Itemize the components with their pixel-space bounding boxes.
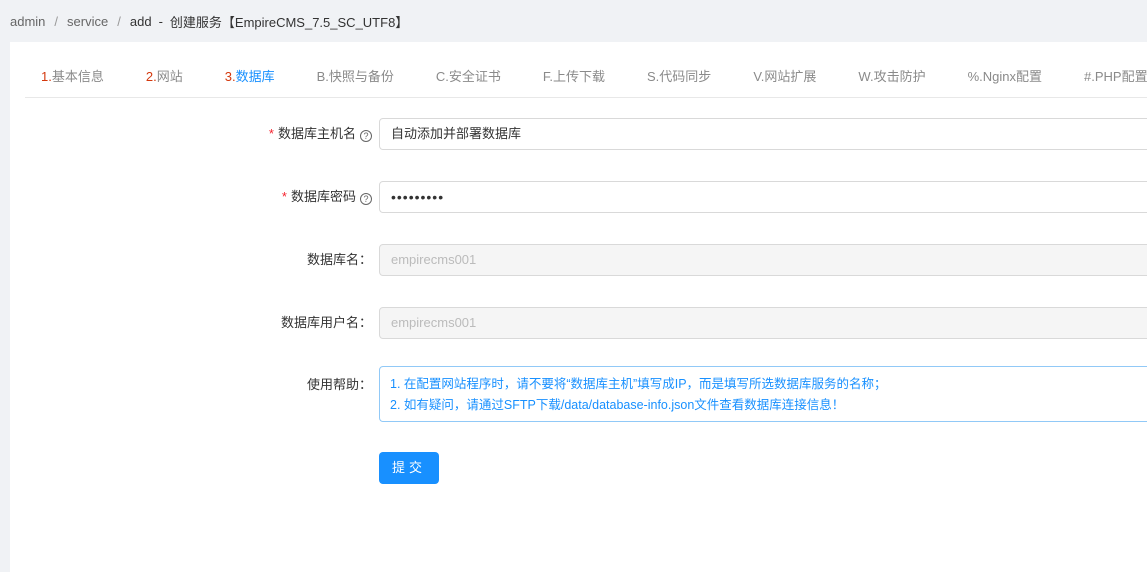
tab-website[interactable]: 2.网站: [130, 58, 199, 97]
question-circle-icon[interactable]: ?: [360, 130, 372, 142]
db-host-label: * 数据库主机名?: [269, 118, 372, 150]
tab-nginx-config[interactable]: %.Nginx配置: [952, 58, 1058, 97]
breadcrumb-current: add: [129, 13, 152, 29]
db-password-input[interactable]: •••••••••: [379, 181, 1147, 213]
form-row-db-host: * 数据库主机名? 自动添加并部署数据库: [10, 118, 1147, 150]
db-user-label: 数据库用户名：: [280, 315, 372, 330]
tab-upload-download[interactable]: F.上传下载: [527, 58, 621, 97]
tab-code-sync[interactable]: S.代码同步: [631, 58, 727, 97]
db-name-label: 数据库名：: [306, 252, 372, 267]
help-line-2: 2. 如有疑问，请通过SFTP下载/data/database-info.jso…: [390, 398, 845, 412]
db-host-input[interactable]: 自动添加并部署数据库: [379, 118, 1147, 150]
form-row-db-password: * 数据库密码? •••••••••: [10, 181, 1147, 213]
tab-database[interactable]: 3.数据库: [209, 58, 291, 97]
tab-ssl-cert[interactable]: C.安全证书: [420, 58, 517, 97]
form-row-db-user: 数据库用户名： empirecms001: [10, 307, 1147, 339]
breadcrumb: admin / service / add - 创建服务【EmpireCMS_7…: [10, 12, 408, 30]
help-line-1: 1. 在配置网站程序时，请不要将“数据库主机”填写成IP，而是填写所选数据库服务…: [390, 377, 887, 391]
db-name-input: empirecms001: [379, 244, 1147, 276]
tab-bar: 1.基本信息 2.网站 3.数据库 B.快照与备份 C.安全证书 F.上传下载 …: [25, 58, 1147, 98]
question-circle-icon[interactable]: ?: [360, 193, 372, 205]
breadcrumb-separator: /: [54, 13, 59, 29]
page-title: 创建服务【EmpireCMS_7.5_SC_UTF8】: [169, 14, 409, 30]
db-password-label: * 数据库密码?: [282, 181, 372, 213]
db-user-input: empirecms001: [379, 307, 1147, 339]
form-row-db-name: 数据库名： empirecms001: [10, 244, 1147, 276]
help-box: 1. 在配置网站程序时，请不要将“数据库主机”填写成IP，而是填写所选数据库服务…: [379, 366, 1147, 422]
breadcrumb-separator: /: [117, 13, 121, 29]
form-card: 1.基本信息 2.网站 3.数据库 B.快照与备份 C.安全证书 F.上传下载 …: [10, 42, 1147, 572]
tab-attack-protection[interactable]: W.攻击防护: [842, 58, 941, 97]
help-label: 使用帮助：: [306, 377, 372, 392]
breadcrumb-item-admin[interactable]: admin: [10, 14, 45, 29]
tab-php-config[interactable]: #.PHP配置: [1068, 58, 1147, 97]
tab-snapshot-backup[interactable]: B.快照与备份: [301, 58, 410, 97]
required-mark: *: [281, 189, 287, 204]
breadcrumb-item-service[interactable]: service: [67, 14, 108, 29]
tab-basic-info[interactable]: 1.基本信息: [25, 58, 120, 97]
submit-button[interactable]: 提交: [379, 452, 439, 484]
tab-site-extension[interactable]: V.网站扩展: [737, 58, 832, 97]
required-mark: *: [268, 126, 274, 141]
breadcrumb-dash: -: [158, 13, 163, 29]
